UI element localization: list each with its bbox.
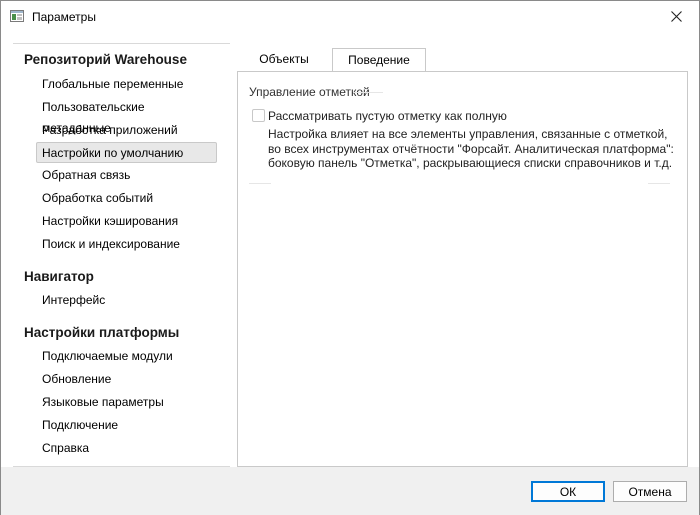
title-bar: Параметры — [1, 1, 699, 33]
nav-item-event-handling[interactable]: Обработка событий — [36, 187, 217, 208]
nav-item-search-indexing[interactable]: Поиск и индексирование — [36, 233, 217, 254]
nav-item-default-settings[interactable]: Настройки по умолчанию — [36, 142, 217, 163]
tab-behavior[interactable]: Поведение — [332, 48, 426, 72]
nav-item-caching-settings[interactable]: Настройки кэширования — [36, 210, 217, 231]
close-button[interactable] — [653, 1, 699, 32]
settings-navigation: Репозиторий Warehouse Глобальные перемен… — [13, 43, 230, 467]
nav-section-navigator: Навигатор — [24, 269, 94, 284]
nav-item-update[interactable]: Обновление — [36, 368, 217, 389]
group-title-selection-control: Управление отметкой — [249, 85, 370, 99]
app-window-icon — [10, 10, 24, 22]
dialog-footer: ОК Отмена — [1, 467, 699, 515]
ok-button[interactable]: ОК — [531, 481, 605, 502]
nav-section-repository: Репозиторий Warehouse — [24, 52, 187, 67]
close-icon — [670, 11, 682, 22]
nav-item-interface[interactable]: Интерфейс — [36, 289, 217, 310]
nav-item-app-development[interactable]: Разработка приложений — [36, 119, 217, 140]
nav-item-help[interactable]: Справка — [36, 437, 217, 458]
window-title: Параметры — [32, 10, 96, 24]
behavior-panel: Управление отметкой Рассматривать пустую… — [237, 71, 688, 467]
settings-dialog: Параметры Репозиторий Warehouse Глобальн… — [0, 0, 700, 515]
nav-item-connection[interactable]: Подключение — [36, 414, 217, 435]
nav-item-user-metadata[interactable]: Пользовательские метаданные — [36, 96, 217, 135]
nav-section-platform: Настройки платформы — [24, 325, 180, 340]
nav-item-feedback[interactable]: Обратная связь — [36, 164, 217, 185]
group-separator — [353, 92, 383, 93]
setting-description: Настройка влияет на все элементы управле… — [268, 127, 674, 170]
tab-objects[interactable]: Объекты — [237, 48, 331, 71]
section-divider-right — [648, 183, 670, 184]
cancel-button[interactable]: Отмена — [613, 481, 687, 502]
nav-item-language[interactable]: Языковые параметры — [36, 391, 217, 412]
section-divider — [249, 183, 271, 184]
nav-item-global-variables[interactable]: Глобальные переменные — [36, 73, 217, 94]
empty-selection-checkbox[interactable] — [252, 109, 265, 122]
empty-selection-checkbox-label[interactable]: Рассматривать пустую отметку как полную — [268, 109, 507, 123]
nav-item-plugins[interactable]: Подключаемые модули — [36, 345, 217, 366]
